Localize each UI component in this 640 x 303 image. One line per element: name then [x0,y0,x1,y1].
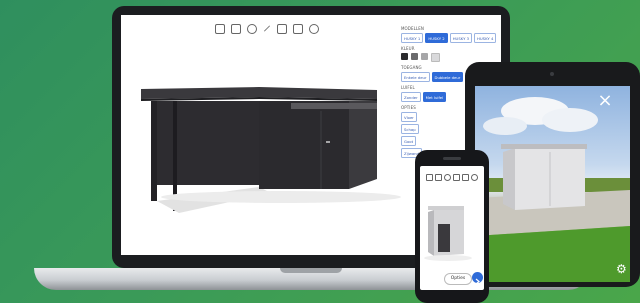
options-button[interactable]: Opties [444,273,472,285]
color-swatch[interactable] [411,53,418,60]
zoom-icon[interactable] [444,174,451,181]
tablet-camera [550,72,554,76]
section-heading: MODELLEN [401,26,424,31]
shed-3d-viewport[interactable] [121,15,411,255]
option-button[interactable]: HUSKY 4 [474,33,497,43]
phone-shed-opening [438,224,450,252]
option-button-selected[interactable]: HUSKY 2 [425,33,448,43]
phone-speaker [443,157,461,160]
color-swatch[interactable] [431,53,440,62]
phone-shed-viewport[interactable] [420,184,484,268]
ar-shed-roof [501,144,587,149]
canopy-back-wall [151,101,259,185]
arrow-icon [475,278,480,285]
box-icon[interactable] [426,174,433,181]
shed-window-strip [291,103,377,109]
gear-icon[interactable]: ⚙ [616,263,628,275]
option-button-selected[interactable]: Dubbele deur [431,72,464,82]
list-icon[interactable] [453,174,460,181]
color-swatches [401,53,499,62]
shed-body-front [259,101,349,189]
option-button[interactable]: Zonder [401,92,421,102]
ground-shadow [161,191,401,203]
cloud [542,108,598,132]
add-button[interactable] [472,272,483,285]
phone-shed-side [428,210,434,256]
ar-shed-side [503,148,515,210]
phone-ground-shadow [424,255,472,261]
phone-shed-roof [428,206,464,210]
door-handle [326,141,330,143]
close-icon[interactable]: × [595,92,615,112]
option-button[interactable]: HUSKY 3 [449,33,473,43]
option-button[interactable]: Goot [401,136,417,146]
option-button[interactable]: Schap [401,124,419,134]
laptop-notch [280,268,342,273]
shed-body-side [349,101,377,189]
expand-icon[interactable] [462,174,469,181]
cube-icon[interactable] [435,174,442,181]
rotate-icon[interactable] [471,174,478,181]
phone-toolbar [426,174,478,181]
cloud [483,117,527,135]
phone-screen: Opties [420,166,484,290]
option-button[interactable]: Enkele deur [401,72,430,82]
option-button[interactable]: HUSKY 1 [401,33,424,43]
model-options: HUSKY 1 HUSKY 2 HUSKY 3 HUSKY 4 [401,33,499,43]
option-button[interactable]: Vloer [401,112,417,122]
color-swatch[interactable] [421,53,428,60]
color-swatch[interactable] [401,53,408,60]
ar-scene [475,97,630,282]
section-heading: KLEUR [401,46,415,51]
canopy-post-left [151,101,157,201]
tablet-ar-view[interactable]: × ⚙ [475,86,630,282]
option-button-selected[interactable]: Met luifel [422,92,447,102]
